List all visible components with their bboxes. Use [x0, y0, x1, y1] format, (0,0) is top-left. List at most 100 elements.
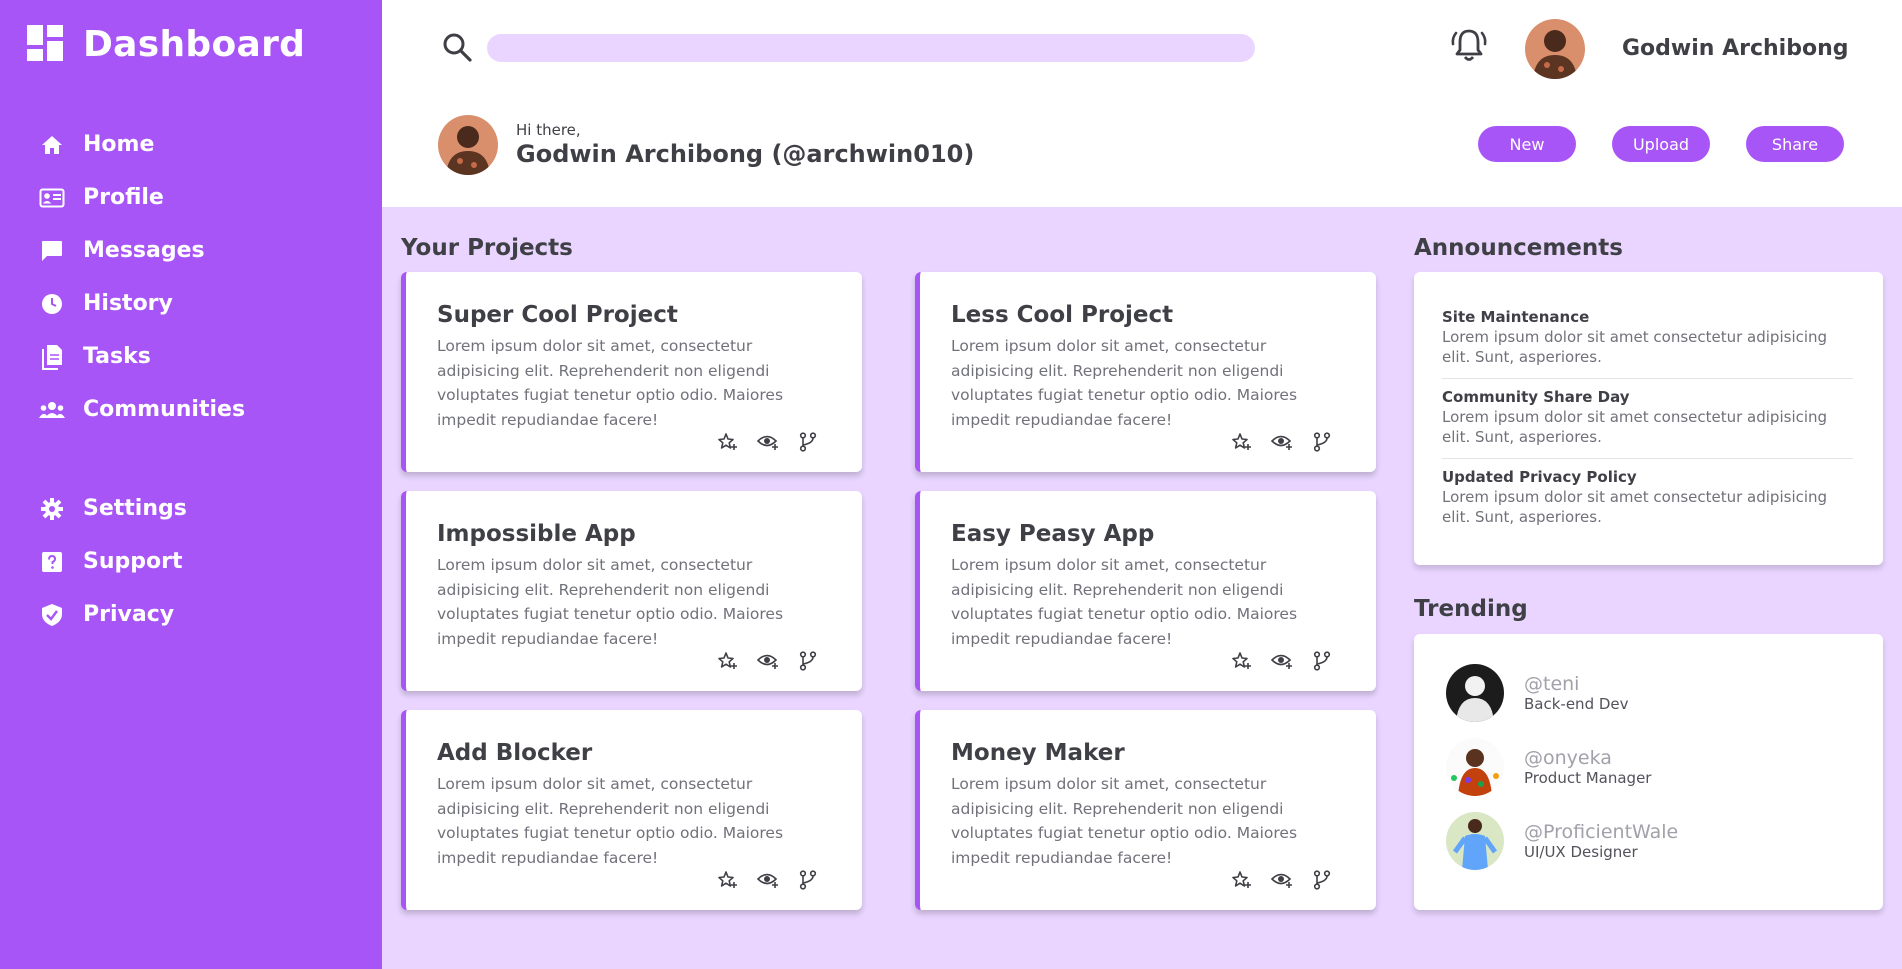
- star-icon[interactable]: [708, 651, 748, 671]
- project-title: Money Maker: [951, 740, 1125, 766]
- announcement-item[interactable]: Community Share Day Lorem ipsum dolor si…: [1442, 388, 1853, 447]
- project-desc: Lorem ipsum dolor sit amet, consectetur …: [951, 775, 1298, 867]
- watch-icon[interactable]: [748, 651, 788, 671]
- trending-title: Trending: [1414, 596, 1528, 622]
- fork-icon[interactable]: [1302, 870, 1342, 890]
- fork-icon[interactable]: [788, 432, 828, 452]
- watch-icon[interactable]: [748, 432, 788, 452]
- project-actions: [1222, 870, 1342, 890]
- fork-icon[interactable]: [1302, 651, 1342, 671]
- brand-title: Dashboard: [83, 24, 306, 65]
- project-card[interactable]: Money Maker Lorem ipsum dolor sit amet, …: [915, 710, 1376, 910]
- upload-button[interactable]: Upload: [1612, 126, 1710, 162]
- bell-icon[interactable]: [1450, 27, 1488, 69]
- star-icon[interactable]: [1222, 651, 1262, 671]
- search-icon[interactable]: [442, 32, 472, 66]
- avatar[interactable]: [1525, 19, 1585, 79]
- sidebar-item-home[interactable]: Home: [38, 118, 245, 171]
- search-input[interactable]: [487, 34, 1255, 62]
- divider: [1442, 458, 1853, 459]
- avatar: [1446, 812, 1504, 870]
- fork-icon[interactable]: [788, 651, 828, 671]
- project-desc: Lorem ipsum dolor sit amet, consectetur …: [437, 337, 784, 429]
- project-card[interactable]: Add Blocker Lorem ipsum dolor sit amet, …: [401, 710, 862, 910]
- watch-icon[interactable]: [748, 870, 788, 890]
- announcements-panel: Site Maintenance Lorem ipsum dolor sit a…: [1414, 272, 1883, 565]
- avatar: [1446, 738, 1504, 796]
- projects-title: Your Projects: [401, 235, 573, 261]
- chat-icon: [38, 237, 66, 265]
- sidebar-item-label: Messages: [83, 238, 205, 263]
- trending-item[interactable]: @teni Back-end Dev: [1446, 664, 1629, 722]
- project-title: Easy Peasy App: [951, 521, 1155, 547]
- announcement-desc: Lorem ipsum dolor sit amet consectetur a…: [1442, 328, 1828, 366]
- announcements-title: Announcements: [1414, 235, 1623, 261]
- trending-item[interactable]: @onyeka Product Manager: [1446, 738, 1651, 796]
- header-user-name[interactable]: Godwin Archibong: [1622, 36, 1849, 61]
- watch-icon[interactable]: [1262, 432, 1302, 452]
- project-title: Super Cool Project: [437, 302, 678, 328]
- announcement-item[interactable]: Updated Privacy Policy Lorem ipsum dolor…: [1442, 468, 1853, 527]
- dashboard-logo-icon: [27, 24, 63, 65]
- fork-icon[interactable]: [788, 870, 828, 890]
- brand[interactable]: Dashboard: [27, 24, 305, 65]
- trending-role: Back-end Dev: [1524, 695, 1629, 713]
- trending-role: UI/UX Designer: [1524, 843, 1638, 861]
- sidebar-nav-main: Home Profile Messages History Tasks Comm…: [38, 118, 245, 436]
- fork-icon[interactable]: [1302, 432, 1342, 452]
- project-title: Impossible App: [437, 521, 636, 547]
- sidebar-item-communities[interactable]: Communities: [38, 383, 245, 436]
- share-button[interactable]: Share: [1746, 126, 1844, 162]
- gear-icon: [38, 495, 66, 523]
- avatar: [438, 115, 498, 175]
- sidebar: Dashboard Home Profile Messages History …: [0, 0, 382, 969]
- watch-icon[interactable]: [1262, 651, 1302, 671]
- announcement-title: Community Share Day: [1442, 388, 1630, 406]
- trending-handle: @onyeka: [1524, 747, 1612, 769]
- shield-icon: [38, 601, 66, 629]
- clock-icon: [38, 290, 66, 318]
- people-icon: [38, 396, 66, 424]
- star-icon[interactable]: [708, 432, 748, 452]
- main-content: Godwin Archibong Hi there, Godwin Archib…: [382, 0, 1902, 969]
- project-desc: Lorem ipsum dolor sit amet, consectetur …: [951, 556, 1298, 648]
- project-card[interactable]: Less Cool Project Lorem ipsum dolor sit …: [915, 272, 1376, 472]
- sidebar-item-label: History: [83, 291, 173, 316]
- star-icon[interactable]: [1222, 870, 1262, 890]
- sidebar-item-profile[interactable]: Profile: [38, 171, 245, 224]
- sidebar-item-privacy[interactable]: Privacy: [38, 588, 187, 641]
- sidebar-item-label: Home: [83, 132, 155, 157]
- sidebar-item-messages[interactable]: Messages: [38, 224, 245, 277]
- watch-icon[interactable]: [1262, 870, 1302, 890]
- id-card-icon: [38, 184, 66, 212]
- project-card[interactable]: Impossible App Lorem ipsum dolor sit ame…: [401, 491, 862, 691]
- sidebar-nav-secondary: Settings Support Privacy: [38, 482, 187, 641]
- project-actions: [708, 651, 828, 671]
- project-desc: Lorem ipsum dolor sit amet, consectetur …: [951, 337, 1298, 429]
- star-icon[interactable]: [708, 870, 748, 890]
- trending-item[interactable]: @ProficientWale UI/UX Designer: [1446, 812, 1678, 870]
- sidebar-item-history[interactable]: History: [38, 277, 245, 330]
- announcement-title: Updated Privacy Policy: [1442, 468, 1637, 486]
- trending-role: Product Manager: [1524, 769, 1652, 787]
- project-actions: [708, 432, 828, 452]
- project-card[interactable]: Easy Peasy App Lorem ipsum dolor sit ame…: [915, 491, 1376, 691]
- project-actions: [1222, 651, 1342, 671]
- greeting-name: Godwin Archibong (@archwin010): [516, 140, 975, 168]
- avatar: [1446, 664, 1504, 722]
- star-icon[interactable]: [1222, 432, 1262, 452]
- sidebar-item-label: Privacy: [83, 602, 175, 627]
- sidebar-item-settings[interactable]: Settings: [38, 482, 187, 535]
- greeting-text: Hi there,: [516, 121, 581, 139]
- new-button[interactable]: New: [1478, 126, 1576, 162]
- project-title: Less Cool Project: [951, 302, 1174, 328]
- sidebar-item-label: Profile: [83, 185, 164, 210]
- sidebar-item-tasks[interactable]: Tasks: [38, 330, 245, 383]
- project-card[interactable]: Super Cool Project Lorem ipsum dolor sit…: [401, 272, 862, 472]
- sidebar-item-support[interactable]: Support: [38, 535, 187, 588]
- announcement-desc: Lorem ipsum dolor sit amet consectetur a…: [1442, 408, 1828, 446]
- sidebar-item-label: Communities: [83, 397, 246, 422]
- header: Godwin Archibong Hi there, Godwin Archib…: [382, 0, 1902, 207]
- announcement-item[interactable]: Site Maintenance Lorem ipsum dolor sit a…: [1442, 308, 1853, 367]
- project-actions: [1222, 432, 1342, 452]
